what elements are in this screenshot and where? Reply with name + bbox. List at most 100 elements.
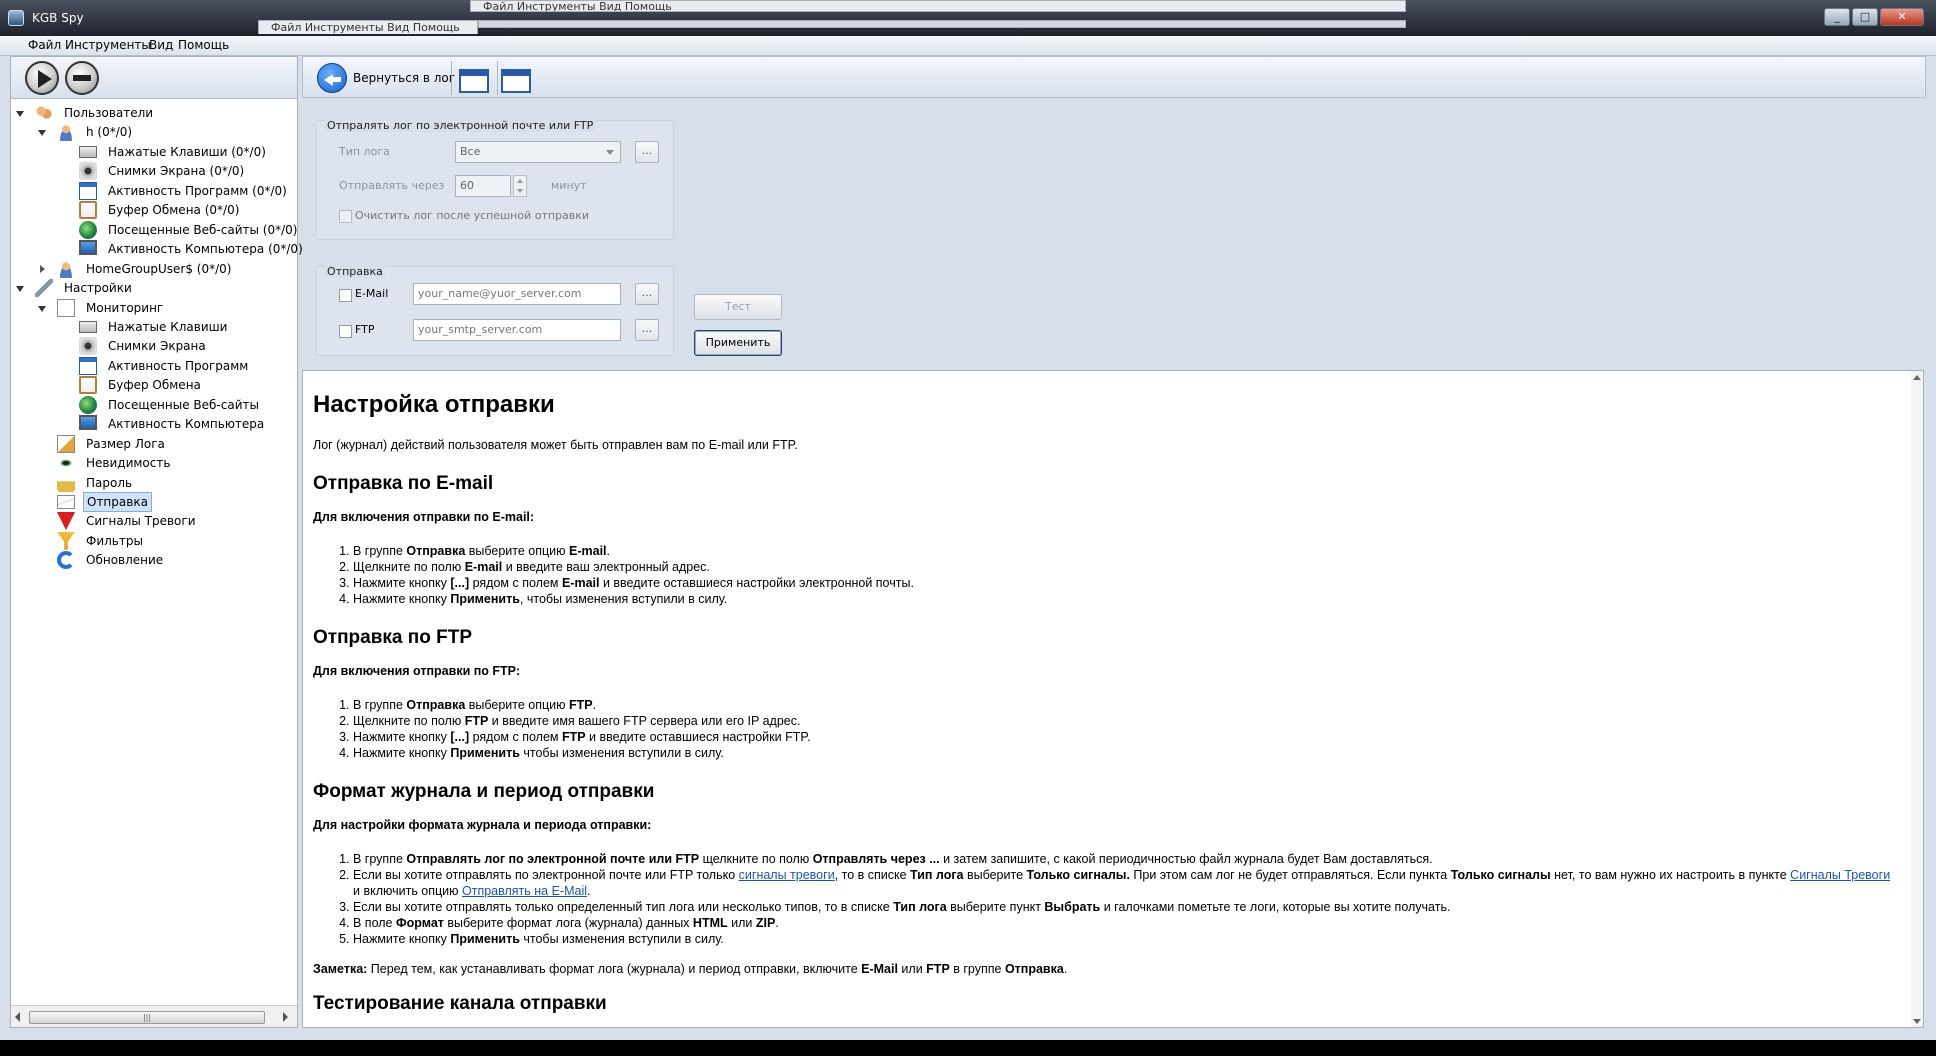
main-window: KGB Spy Файл Инструменты Вид Помощь Файл… [0,0,1936,1040]
navigation-tree: Пользователи h (0*/0) Нажатые Клавиши (0*/… [11,101,303,1005]
format-section-lead: Для настройки формата журнала и периода … [313,818,652,832]
email-field[interactable]: your_name@yuor_server.com [413,283,621,305]
globe-icon [79,395,97,414]
users-icon [35,104,53,122]
list-item: Если вы хотите отправлять только определ… [353,899,1893,915]
menu-file[interactable]: Файл [28,38,61,52]
list-item: Нажмите кнопку [...] рядом с полем FTP и… [353,729,1893,745]
window-icon [79,181,97,200]
ftp-section-title: Отправка по FTP [313,627,473,648]
scroll-down-icon[interactable] [1913,1019,1921,1024]
back-to-log-button[interactable]: Вернуться в лог [317,63,455,93]
send-every-spinner[interactable] [513,175,527,197]
tree-node-label: Снимки Экрана [108,339,206,354]
keyboard-icon [79,145,97,158]
tree-node-label: Нажатые Клавиши (0*/0) [108,144,266,159]
alarms-link[interactable]: сигналы тревоги [739,868,835,882]
export-window-icon[interactable] [459,69,489,93]
clear-log-checkbox[interactable] [339,210,352,223]
list-item: В группе Отправка выберите опцию FTP. [353,697,1893,713]
format-section-title: Формат журнала и период отправки [313,781,655,802]
ftp-field[interactable]: your_smtp_server.com [413,319,621,341]
tree-node-label: Посещенные Веб-сайты [108,397,259,412]
scroll-thumb[interactable]: ||| [29,1011,265,1024]
ftp-checkbox[interactable] [339,325,352,338]
back-arrow-icon [317,63,347,93]
apply-button[interactable]: Применить [694,330,782,356]
list-item: Щелкните по полю E-mail и введите ваш эл… [353,559,1893,575]
clear-log-label: Очистить лог после успешной отправки [355,209,590,222]
title-bar: KGB Spy Файл Инструменты Вид Помощь Файл… [0,0,1936,36]
email-section-lead: Для включения отправки по E-mail: [313,510,535,524]
expand-arrow-icon[interactable] [40,264,45,273]
list-item: Щелкните по полю FTP и введите имя вашег… [353,713,1893,729]
scroll-up-icon[interactable] [1913,375,1921,380]
ftp-section-lead: Для включения отправки по FTP: [313,664,521,678]
collapse-arrow-icon[interactable] [38,130,46,137]
import-window-icon[interactable] [501,69,531,93]
help-intro: Лог (журнал) действий пользователя может… [313,438,798,452]
monitor-icon [79,415,97,431]
scroll-right-icon[interactable] [283,1012,288,1022]
spin-down-icon[interactable] [517,189,523,193]
menu-view[interactable]: Вид [149,38,173,52]
ftp-settings-button[interactable]: ... [635,319,659,341]
testing-section-title: Тестирование канала отправки [313,993,607,1014]
clipboard-icon [79,201,97,220]
menu-tools[interactable]: Инструменты [65,38,151,52]
send-log-group-title: Отпралять лог по электронной почте или F… [325,119,596,132]
ftp-steps-list: В группе Отправка выберите опцию FTP.Щел… [353,697,1893,761]
camera-icon [79,162,97,181]
collapse-arrow-icon[interactable] [38,305,46,312]
minutes-label: минут [551,179,587,192]
list-item: Нажмите кнопку Применить, чтобы изменени… [353,591,1893,607]
filter-icon [57,531,75,550]
tree-node-label: Посещенные Веб-сайты (0*/0) [108,222,298,237]
scroll-left-icon[interactable] [15,1012,20,1022]
user-icon [57,259,75,278]
tree-node-label: Пользователи [64,106,154,120]
window-title: KGB Spy [32,11,84,25]
log-type-value: Все [460,145,481,158]
email-settings-button[interactable]: ... [635,283,659,305]
back-to-log-label: Вернуться в лог [353,71,456,85]
app-icon [8,10,24,26]
tree-node-label: Снимки Экрана (0*/0) [108,164,245,179]
alarm-signals-link[interactable]: Сигналы Тревоги [1790,868,1890,882]
list-item: В группе Отправлять лог по электронной п… [353,851,1893,867]
vertical-scrollbar[interactable] [1911,371,1923,1027]
envelope-icon [57,495,75,509]
close-button[interactable]: ✕ [1880,8,1924,26]
send-every-label: Отправлять через [339,179,445,192]
play-icon [38,70,52,88]
log-type-select[interactable]: Все [455,141,621,163]
test-button[interactable]: Тест [694,294,782,320]
collapse-arrow-icon[interactable] [16,111,24,117]
maximize-button[interactable]: □ [1852,8,1878,26]
list-item: Нажмите кнопку [...] рядом с полем E-mai… [353,575,1893,591]
send-to-email-link[interactable]: Отправлять на E-Mail [462,884,587,898]
right-toolbar: Вернуться в лог [302,56,1926,98]
eye-icon [57,454,75,473]
sending-group-title: Отправка [325,265,385,278]
log-type-more-button[interactable]: ... [635,141,659,163]
list-item: Если вы хотите отправлять по электронной… [353,867,1893,899]
stop-button[interactable] [65,61,99,95]
email-label: E-Mail [355,287,389,300]
tree-node-label: Настройки [64,281,132,296]
spin-up-icon[interactable] [517,179,523,183]
globe-icon [79,220,97,239]
collapse-arrow-icon[interactable] [16,286,24,293]
menu-help[interactable]: Помощь [178,38,229,52]
email-section-title: Отправка по E-mail [313,473,494,494]
horizontal-scrollbar[interactable]: ||| [11,1005,297,1027]
toolbar-separator [497,61,498,95]
help-title: Настройка отправки [313,391,555,418]
start-button[interactable] [25,61,59,95]
minimize-button[interactable]: _ [1824,8,1850,26]
tree-node-label: Невидимость [86,456,171,471]
send-every-input[interactable]: 60 [455,175,511,197]
email-checkbox[interactable] [339,289,352,302]
tree-node-label: Буфер Обмена (0*/0) [108,203,240,218]
warning-icon [57,512,75,531]
